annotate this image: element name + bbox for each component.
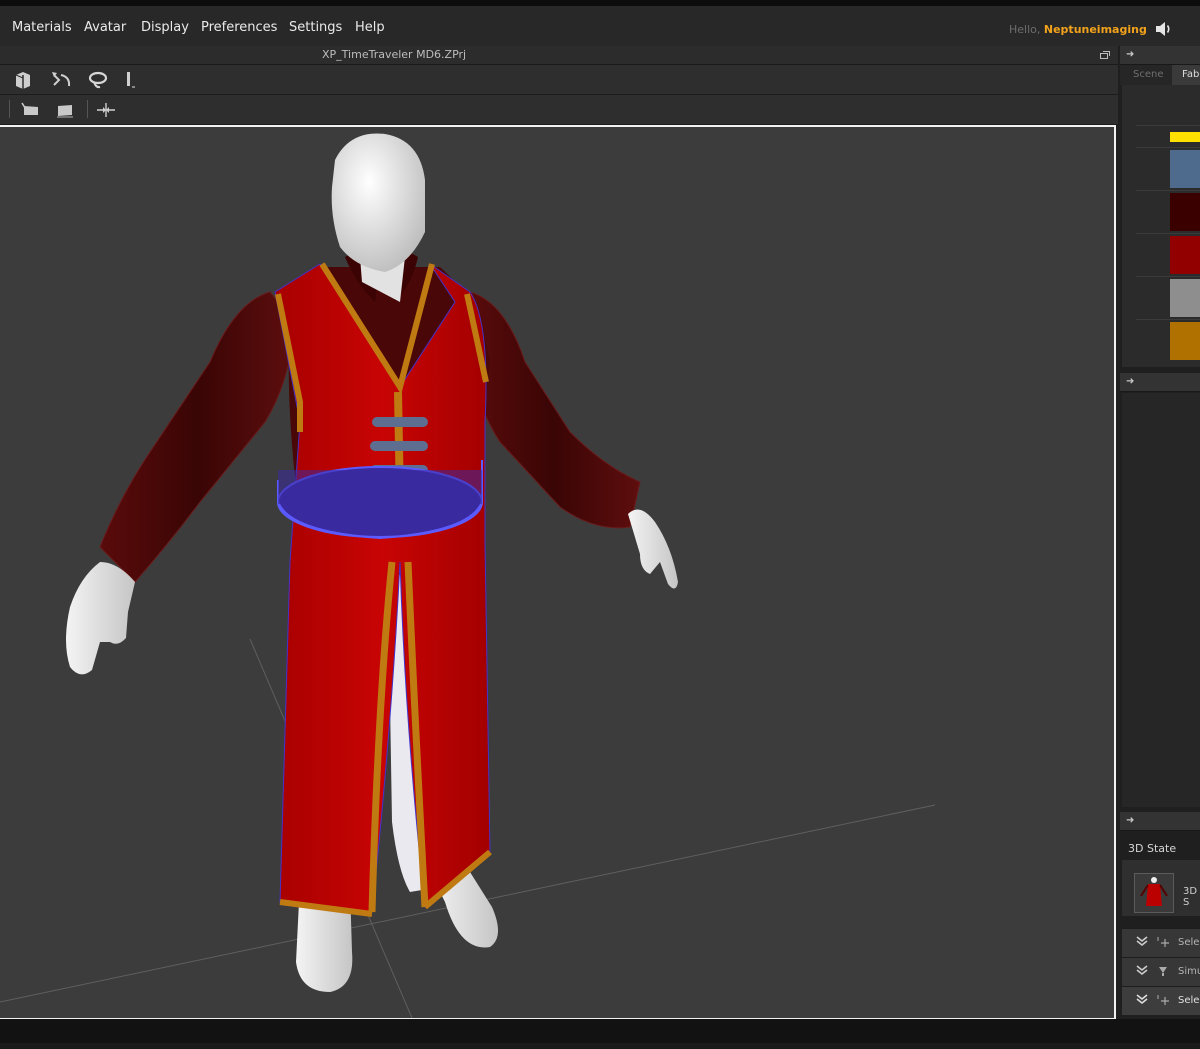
document-title: XP_TimeTraveler MD6.ZPrj — [322, 48, 467, 61]
avatar-thumbnail-icon — [1140, 877, 1168, 906]
3d-viewport[interactable] — [0, 125, 1116, 1020]
toolbar-divider — [9, 100, 10, 118]
avatar-right-arm — [467, 291, 678, 589]
tool-bar-primary — [0, 65, 1118, 95]
tab-fabric[interactable]: Fab — [1172, 65, 1200, 85]
fabric-list — [1122, 85, 1200, 367]
menu-materials[interactable]: Materials — [12, 20, 72, 35]
fabric-swatch — [1170, 322, 1200, 360]
fabric-swatch — [1170, 193, 1200, 231]
state-label: 3D State — [1128, 842, 1177, 855]
document-title-bar: XP_TimeTraveler MD6.ZPrj — [0, 46, 1118, 65]
selected-belt — [277, 460, 483, 540]
volume-icon[interactable] — [1154, 20, 1174, 38]
transform-pattern-icon[interactable] — [50, 69, 74, 91]
object-browser-tabs: Scene Fab — [1120, 65, 1200, 85]
history-item[interactable]: Simu — [1122, 957, 1200, 986]
chevron-down-icon — [1136, 965, 1148, 976]
state-thumbnail[interactable] — [1134, 873, 1174, 913]
fabric-swatch — [1170, 132, 1200, 142]
avatar-left-arm — [66, 291, 296, 675]
fabric-item[interactable] — [1136, 276, 1200, 320]
username-link[interactable]: Neptuneimaging — [1044, 23, 1147, 36]
fabric-item[interactable] — [1136, 125, 1200, 148]
history-item-label: Selec — [1178, 995, 1200, 1006]
panel-collapse-icon[interactable]: ➜ — [1126, 49, 1134, 60]
history-item-label: Simu — [1178, 966, 1200, 977]
property-editor-header: ➜ — [1120, 373, 1200, 392]
tack-icon[interactable] — [18, 99, 42, 121]
history-item-label: Selec — [1178, 937, 1200, 948]
chevron-down-icon — [1136, 936, 1148, 947]
select-mesh-icon[interactable] — [11, 69, 35, 91]
history-item[interactable]: Selec — [1122, 928, 1200, 957]
select-move-icon — [1157, 995, 1169, 1005]
state-thumbnail-label: 3D S — [1183, 886, 1198, 908]
menu-avatar[interactable]: Avatar — [84, 20, 126, 35]
fabric-swatch — [1170, 150, 1200, 188]
simulation-icon — [1159, 967, 1167, 976]
menu-bar: Materials Avatar Display Preferences Set… — [0, 6, 1200, 46]
fabric-item[interactable] — [1136, 233, 1200, 277]
panel-collapse-icon[interactable]: ➜ — [1126, 815, 1134, 826]
fabric-item[interactable] — [1136, 319, 1200, 363]
menu-display[interactable]: Display — [141, 20, 189, 35]
greeting-prefix: Hello, — [1009, 23, 1041, 36]
user-greeting: Hello, Neptuneimaging — [1009, 23, 1147, 36]
menu-help[interactable]: Help — [355, 20, 385, 35]
tool-bar-secondary — [0, 95, 1118, 125]
object-browser-header: ➜ — [1120, 46, 1200, 65]
toolbar-divider — [87, 100, 88, 118]
window-bottom-strip — [0, 1043, 1200, 1049]
chevron-down-icon — [1136, 994, 1148, 1005]
history-item[interactable]: Selec — [1122, 986, 1200, 1015]
fabric-item[interactable] — [1136, 190, 1200, 234]
lasso-icon[interactable] — [86, 69, 110, 91]
flatten-icon[interactable] — [53, 99, 77, 121]
fabric-swatch — [1170, 236, 1200, 274]
menu-preferences[interactable]: Preferences — [201, 20, 277, 35]
fabric-item[interactable] — [1136, 147, 1200, 191]
fabric-swatch — [1170, 279, 1200, 317]
menu-settings[interactable]: Settings — [289, 20, 342, 35]
panel-collapse-icon[interactable]: ➜ — [1126, 376, 1134, 387]
restore-window-icon[interactable] — [1100, 51, 1110, 59]
property-editor — [1122, 393, 1200, 807]
pin-icon[interactable] — [120, 69, 144, 91]
tab-scene[interactable]: Scene — [1133, 69, 1164, 80]
select-move-icon — [1157, 937, 1169, 947]
distance-icon[interactable] — [94, 99, 118, 121]
avatar-scene — [0, 133, 936, 1018]
history-header: ➜ — [1120, 812, 1200, 831]
